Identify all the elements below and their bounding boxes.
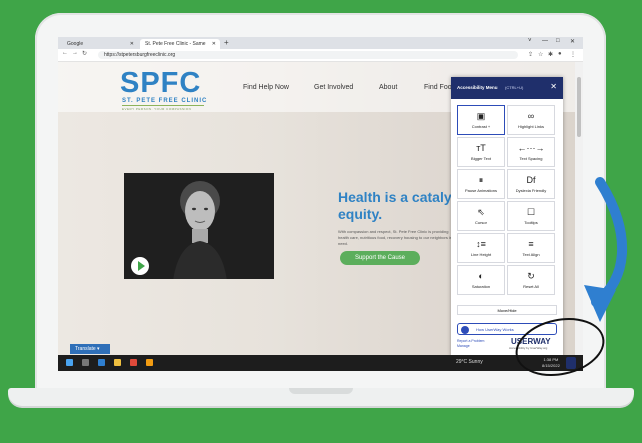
accessibility-tile-label: Cursor xyxy=(474,220,487,225)
accessibility-tile-label: Tooltips xyxy=(524,220,538,225)
nav-about[interactable]: About xyxy=(379,84,397,91)
reload-icon[interactable]: ↻ xyxy=(82,50,87,57)
profile-icon[interactable]: ● xyxy=(558,51,562,57)
forward-icon[interactable]: → xyxy=(72,50,78,56)
manage-link[interactable]: Manage xyxy=(457,344,484,349)
nav-get-involved[interactable]: Get Involved xyxy=(314,84,353,91)
accessibility-tile-label: Reset All xyxy=(523,284,539,289)
accessibility-tile-cursor[interactable]: ⇖ Cursor xyxy=(457,201,505,231)
reset-icon: ↻ xyxy=(527,271,535,281)
video-play-button[interactable] xyxy=(131,257,149,275)
contrast-icon: ▣ xyxy=(476,111,486,121)
cursor-icon: ⇖ xyxy=(477,207,485,217)
accessibility-panel-title: Accessibility Menu xyxy=(457,85,498,90)
text-align-icon: ≡ xyxy=(528,239,534,249)
laptop-screen: Google ✕ St. Pete Free Clinic - Same Rep… xyxy=(58,37,583,371)
bookmark-star-icon[interactable]: ☆ xyxy=(538,51,543,58)
accessibility-panel-header: Accessibility Menu (CTRL+U) ✕ xyxy=(451,77,563,99)
maximize-button[interactable]: □ xyxy=(556,38,560,44)
accessibility-tile-label: Bigger Text xyxy=(471,156,491,161)
windows-taskbar: 29°C Sunny 1:38 PM 8/15/2022 xyxy=(58,355,583,371)
scrollbar-thumb[interactable] xyxy=(577,77,581,137)
accessibility-tile-line-height[interactable]: ↕≡ Line Height xyxy=(457,233,505,263)
move-hide-button[interactable]: Move/Hide xyxy=(457,305,557,315)
edge-icon[interactable] xyxy=(98,359,105,366)
translate-button[interactable]: Translate ▾ xyxy=(70,344,110,354)
taskbar-date: 8/15/2022 xyxy=(542,363,560,368)
accessibility-tile-saturation[interactable]: ◐ Saturation xyxy=(457,265,505,295)
browser-tab-google[interactable]: Google ✕ xyxy=(62,39,138,49)
accessibility-launcher-icon[interactable] xyxy=(566,357,576,369)
tooltip-icon: ☐ xyxy=(526,207,536,217)
windows-start-icon[interactable] xyxy=(66,359,73,366)
info-icon xyxy=(461,325,469,334)
url-field[interactable]: https://stpetersburgfreeclinic.org xyxy=(98,51,518,59)
close-icon[interactable]: ✕ xyxy=(550,82,557,91)
back-icon[interactable]: ← xyxy=(62,50,68,56)
hero-description: With compassion and respect, St. Pete Fr… xyxy=(338,229,453,246)
site-logo-subtitle: ST. PETE FREE CLINIC xyxy=(122,98,208,104)
new-tab-button[interactable]: + xyxy=(224,38,229,47)
accessibility-tile-label: Highlight Links xyxy=(517,124,544,129)
link-icon: ∞ xyxy=(527,111,535,121)
dyslexia-icon: Df xyxy=(526,175,536,185)
hero-video[interactable] xyxy=(124,173,274,279)
accessibility-tile-text-align[interactable]: ≡ Text Align xyxy=(507,233,555,263)
taskbar-weather[interactable]: 29°C Sunny xyxy=(456,359,483,365)
accessibility-tile-label: Saturation xyxy=(471,284,491,289)
accessibility-panel: Accessibility Menu (CTRL+U) ✕ ▣ Contrast … xyxy=(451,77,563,357)
chrome-icon[interactable] xyxy=(130,359,137,366)
how-userway-works-label: How UserWay Works xyxy=(476,327,514,332)
browser-tab-spfc[interactable]: St. Pete Free Clinic - Same Repair ✕ xyxy=(140,39,220,57)
tab-search-icon[interactable]: ˅ xyxy=(528,38,532,44)
taskbar-clock[interactable]: 1:38 PM 8/15/2022 xyxy=(542,357,560,369)
file-explorer-icon[interactable] xyxy=(114,359,121,366)
site-tagline: EVERY PERSON. YOUR COMPASSION xyxy=(122,107,192,111)
accessibility-tile-label: Text Spacing xyxy=(519,156,543,161)
search-icon[interactable] xyxy=(82,359,89,366)
accessibility-tile-reset-all[interactable]: ↻ Reset All xyxy=(507,265,555,295)
menu-icon[interactable]: ⋮ xyxy=(570,51,576,58)
userway-logo: USERWAY xyxy=(511,337,551,346)
logo-divider xyxy=(122,105,204,106)
browser-address-bar: ← → ↻ https://stpetersburgfreeclinic.org… xyxy=(58,49,583,62)
saturation-icon: ◐ xyxy=(478,271,484,281)
support-the-cause-button[interactable]: Support the Cause xyxy=(340,251,420,265)
accessibility-tile-label: Line Height xyxy=(470,252,492,257)
nav-find-help-now[interactable]: Find Help Now xyxy=(243,84,289,91)
tab-label: Google xyxy=(67,41,84,47)
close-icon[interactable]: ✕ xyxy=(130,39,134,49)
browser-tab-bar: Google ✕ St. Pete Free Clinic - Same Rep… xyxy=(58,37,583,57)
text-size-icon: ᴛT xyxy=(476,143,486,153)
pause-icon: ⏸ xyxy=(478,175,484,185)
accessibility-tile-label: Dyslexia Friendly xyxy=(515,188,547,193)
site-logo[interactable]: SPFC xyxy=(120,67,201,100)
app-icon[interactable] xyxy=(146,359,153,366)
how-userway-works-button[interactable]: How UserWay Works xyxy=(457,323,557,335)
laptop-notch xyxy=(289,388,353,394)
accessibility-footer-links: Report a Problem Manage xyxy=(457,339,484,349)
video-thumbnail-portrait xyxy=(173,181,227,279)
line-height-icon: ↕≡ xyxy=(476,239,486,249)
accessibility-tile-contrast[interactable]: ▣ Contrast + xyxy=(457,105,505,135)
accessibility-tile-label: Pause Animations xyxy=(464,188,498,193)
accessibility-tile-label: Contrast + xyxy=(471,124,491,129)
accessibility-tile-bigger-text[interactable]: ᴛT Bigger Text xyxy=(457,137,505,167)
play-icon xyxy=(138,261,145,271)
accessibility-tile-tooltips[interactable]: ☐ Tooltips xyxy=(507,201,555,231)
accessibility-tile-dyslexia-friendly[interactable]: Df Dyslexia Friendly xyxy=(507,169,555,199)
minimize-button[interactable]: — xyxy=(542,38,548,44)
accessibility-tile-highlight-links[interactable]: ∞ Highlight Links xyxy=(507,105,555,135)
close-window-button[interactable]: ✕ xyxy=(570,38,575,45)
accessibility-tile-text-spacing[interactable]: ←···→ Text Spacing xyxy=(507,137,555,167)
close-icon[interactable]: ✕ xyxy=(212,39,216,49)
accessibility-tile-pause-animations[interactable]: ⏸ Pause Animations xyxy=(457,169,505,199)
accessibility-shortcut: (CTRL+U) xyxy=(505,85,524,90)
text-spacing-icon: ←···→ xyxy=(517,143,545,153)
accessibility-tile-label: Text Align xyxy=(522,252,540,257)
extension-icon[interactable]: ✱ xyxy=(548,51,553,58)
share-icon[interactable]: ⇪ xyxy=(528,51,533,58)
userway-credit: Accessibility by UserWay.org xyxy=(509,346,548,350)
